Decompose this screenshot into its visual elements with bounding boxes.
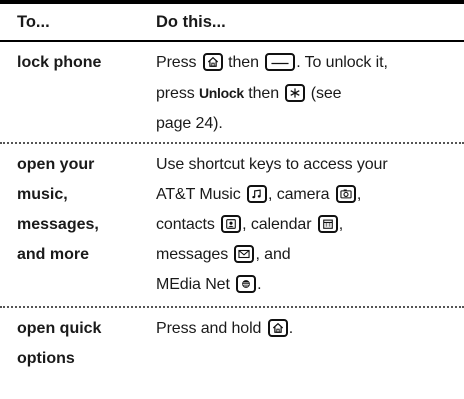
- text-segment: contacts: [156, 216, 215, 233]
- text-segment: then: [228, 54, 259, 71]
- table-row-shortcuts: open your music, messages, and more Use …: [0, 144, 464, 308]
- home-key-icon: [267, 319, 288, 337]
- instruction-line: Use shortcut keys to access your: [156, 156, 388, 173]
- table-row-quick-options: open quick options Press and hold .: [0, 308, 464, 396]
- music-key-icon: [247, 185, 268, 203]
- row-label-line: music,: [17, 186, 68, 203]
- row-label-line: open your: [17, 156, 95, 173]
- instruction-line: page 24).: [156, 115, 223, 132]
- text-segment: (see: [310, 85, 342, 102]
- instruction-line: Press and hold .: [156, 314, 464, 344]
- text-segment: AT&T Music: [156, 186, 241, 203]
- text-segment: Press: [156, 54, 197, 71]
- text-segment: ,: [338, 216, 344, 233]
- row-instructions: Press and hold .: [156, 308, 464, 396]
- table-row-lock-phone: lock phone Press then . To unlock it, pr…: [0, 42, 464, 144]
- text-segment: .: [257, 276, 262, 293]
- text-segment: Press and hold: [156, 320, 262, 337]
- instruction-line: press Unlock then (see: [156, 78, 464, 109]
- row-label: open your music, messages, and more: [0, 144, 156, 306]
- text-segment: ,: [356, 186, 362, 203]
- header-do-this: Do this...: [156, 12, 226, 31]
- messages-key-icon: [234, 245, 255, 263]
- text-segment: .: [288, 320, 294, 337]
- media-net-key-icon: [236, 275, 257, 293]
- text-segment: then: [248, 85, 279, 102]
- instruction-line: Press then . To unlock it,: [156, 48, 464, 78]
- row-label-line: and more: [17, 246, 90, 263]
- camera-key-icon: [335, 185, 356, 203]
- unlock-softkey-label: Unlock: [199, 85, 244, 101]
- text-segment: , camera: [268, 186, 330, 203]
- star-key-icon: [285, 84, 306, 102]
- row-instructions: Use shortcut keys to access your AT&T Mu…: [156, 144, 464, 306]
- text-segment: press: [156, 85, 195, 102]
- row-label: open quick options: [0, 308, 156, 396]
- instruction-table: To... Do this... lock phone Press then .…: [0, 0, 464, 396]
- text-segment: , calendar: [242, 216, 312, 233]
- text-segment: messages: [156, 246, 229, 263]
- row-instructions: Press then . To unlock it, press Unlock …: [156, 42, 464, 142]
- row-label-line: lock phone: [17, 54, 102, 71]
- row-label: lock phone: [0, 42, 156, 142]
- text-segment: . To unlock it,: [296, 54, 388, 71]
- text-segment: MEdia Net: [156, 276, 230, 293]
- end-key-icon: [265, 53, 296, 71]
- header-to: To...: [17, 12, 50, 31]
- instruction-line: MEdia Net .: [156, 270, 464, 300]
- text-segment: , and: [255, 246, 291, 263]
- contacts-key-icon: [221, 215, 242, 233]
- table-header: To... Do this...: [0, 0, 464, 42]
- calendar-key-icon: [317, 215, 338, 233]
- row-label-line: messages,: [17, 216, 99, 233]
- row-label-line: options: [17, 350, 75, 367]
- instruction-line: AT&T Music , camera ,: [156, 180, 464, 210]
- row-label-line: open quick: [17, 320, 102, 337]
- home-key-icon: [202, 53, 223, 71]
- instruction-line: contacts , calendar ,: [156, 210, 464, 240]
- instruction-line: messages , and: [156, 240, 464, 270]
